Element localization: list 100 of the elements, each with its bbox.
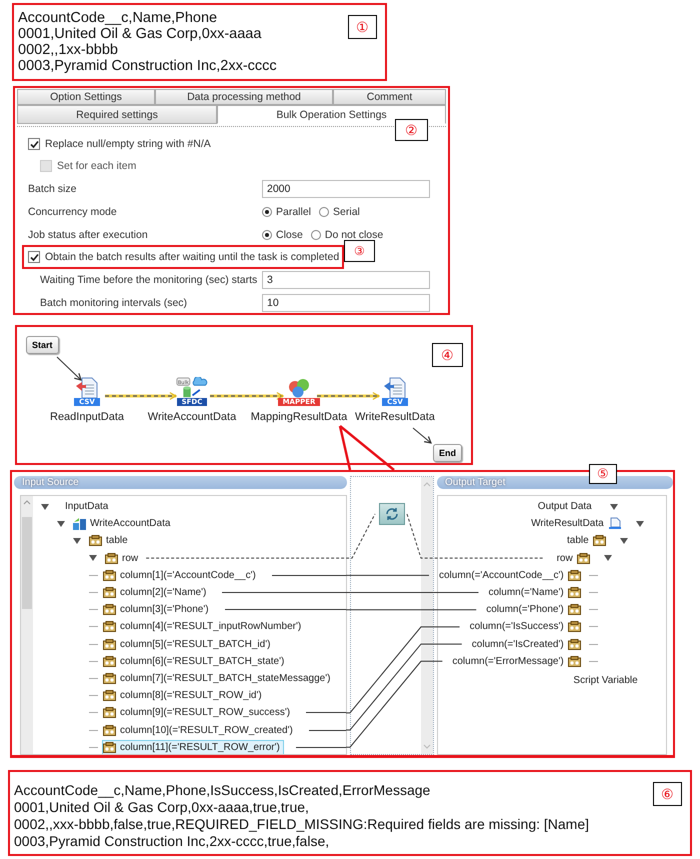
- expand-caret-icon[interactable]: [620, 538, 628, 544]
- tree-item[interactable]: column[4](='RESULT_inputRowNumber'): [102, 619, 306, 634]
- checkbox[interactable]: [28, 251, 40, 263]
- csv-line: AccountCode__c,Name,Phone,IsSuccess,IsCreated,ErrorMessage: [14, 782, 432, 799]
- radio-label: Serial: [333, 206, 360, 218]
- expand-caret-icon[interactable]: [89, 555, 97, 562]
- input-field[interactable]: 10: [262, 294, 430, 312]
- expand-caret-icon[interactable]: [73, 538, 81, 544]
- tree-label[interactable]: table: [106, 535, 128, 546]
- tree-item[interactable]: column(='AccountCode__c'): [438, 568, 585, 583]
- csv-line: AccountCode__c,Name,Phone: [18, 10, 218, 26]
- callout-number: ④: [432, 343, 463, 367]
- tree-item[interactable]: column(='IsCreated'): [470, 636, 585, 652]
- tree-item[interactable]: column(='IsSuccess'): [468, 619, 585, 634]
- flow-arrow: [412, 428, 432, 444]
- tree-item[interactable]: column(='Phone'): [485, 602, 585, 618]
- field-label: Waiting Time before the monitoring (sec) starts: [39, 274, 258, 286]
- expand-caret-icon[interactable]: [57, 520, 65, 527]
- radio-label: Close: [276, 228, 303, 240]
- checkbox-label: Replace null/empty string with #N/A: [45, 138, 211, 150]
- tree-item[interactable]: column[2](='Name'): [102, 585, 210, 600]
- tree-item[interactable]: column(='Name'): [487, 585, 585, 600]
- node-label[interactable]: WriteAccountData: [148, 411, 236, 423]
- checkbox-label: Set for each item: [57, 160, 136, 172]
- tree-label[interactable]: Output Data: [538, 501, 592, 512]
- expand-caret-icon[interactable]: [604, 555, 612, 562]
- radio-button[interactable]: [262, 230, 272, 240]
- tab[interactable]: Required settings: [17, 105, 217, 124]
- field-label: Batch monitoring intervals (sec): [39, 296, 188, 308]
- csv-line: 0002,,1xx-bbbb: [18, 42, 119, 58]
- table-icon: [103, 707, 116, 718]
- table-icon: [568, 638, 581, 650]
- field-label: Batch size: [28, 182, 78, 194]
- input-field[interactable]: 3: [262, 270, 430, 288]
- tree-label[interactable]: table: [567, 535, 589, 546]
- csv-line: 0003,Pyramid Construction Inc,2xx-cccc: [18, 58, 277, 74]
- end-button[interactable]: End: [433, 444, 462, 462]
- tree-label[interactable]: row: [122, 552, 138, 564]
- table-icon: [103, 656, 116, 667]
- radio-button[interactable]: [319, 206, 330, 216]
- tab[interactable]: Option Settings: [17, 89, 155, 105]
- callout-number: ⑤: [589, 464, 617, 484]
- field-label: Job status after execution: [28, 228, 149, 240]
- start-button[interactable]: Start: [26, 336, 59, 354]
- tree-item[interactable]: column[5](='RESULT_BATCH_id'): [102, 636, 274, 652]
- tree-item[interactable]: column[7](='RESULT_BATCH_stateMessagge'): [102, 670, 334, 686]
- table-icon: [103, 724, 116, 736]
- table-icon: [576, 552, 590, 564]
- circles-icon: [286, 377, 312, 399]
- callout-number: ③: [344, 240, 376, 262]
- tree-label[interactable]: WriteResultData: [531, 518, 604, 530]
- tab[interactable]: Bulk Operation Settings: [217, 105, 446, 124]
- table-icon: [103, 690, 116, 702]
- tree-item[interactable]: column[10](='RESULT_ROW_created'): [102, 722, 297, 738]
- mapper-icon[interactable]: [379, 503, 405, 525]
- table-icon: [568, 621, 581, 632]
- tree-label[interactable]: InputData: [65, 501, 108, 512]
- expand-caret-icon[interactable]: [610, 504, 618, 510]
- tree-item[interactable]: column[3](='Phone'): [102, 602, 213, 618]
- node-label[interactable]: WriteResultData: [355, 411, 435, 423]
- file-icon: [608, 517, 622, 530]
- node-label[interactable]: MappingResultData: [250, 411, 348, 423]
- expand-caret-icon[interactable]: [41, 504, 49, 510]
- field-label: Concurrency mode: [28, 206, 118, 218]
- table-icon: [89, 535, 102, 546]
- table-icon: [568, 587, 581, 598]
- table-icon: [105, 552, 118, 564]
- csv-file-icon: [382, 377, 408, 399]
- tree-item[interactable]: column[8](='RESULT_ROW_id'): [102, 688, 266, 704]
- expand-caret-icon[interactable]: [636, 520, 644, 527]
- callout-number: ⑥: [653, 782, 682, 806]
- tree-item[interactable]: column[6](='RESULT_BATCH_state'): [102, 654, 288, 669]
- table-icon: [103, 570, 116, 581]
- radio-button[interactable]: [310, 230, 321, 240]
- tree-item[interactable]: column[1](='AccountCode__c'): [102, 568, 260, 583]
- tree-label[interactable]: Script Variable: [573, 674, 638, 686]
- radio-label: Do not close: [324, 228, 384, 240]
- tab[interactable]: Comment: [333, 89, 446, 105]
- checkbox[interactable]: [28, 138, 40, 150]
- tree-item[interactable]: column(='ErrorMessage'): [451, 654, 585, 669]
- radio-button[interactable]: [262, 206, 272, 216]
- tree-label[interactable]: row: [556, 552, 573, 564]
- callout-number: ①: [348, 15, 377, 39]
- panel-header: Input Source: [14, 476, 347, 489]
- table-icon: [568, 604, 581, 616]
- component-icon: [73, 518, 86, 530]
- input-field[interactable]: 2000: [262, 180, 430, 198]
- scrollbar[interactable]: [21, 496, 33, 754]
- node-label[interactable]: ReadInputData: [50, 411, 124, 423]
- checkbox-label: Obtain the batch results after waiting until the task is completed: [45, 251, 340, 263]
- tree-item[interactable]: column[11](='RESULT_ROW_error'): [102, 740, 284, 754]
- tree-label[interactable]: WriteAccountData: [90, 518, 170, 530]
- csv-line: 0002,,xxx-bbbb,false,true,REQUIRED_FIELD_MISSING:Required fields are missing: [Name]: [14, 816, 590, 833]
- tab[interactable]: Data processing method: [155, 89, 333, 105]
- table-icon: [568, 570, 581, 581]
- radio-label: Parallel: [276, 206, 312, 218]
- csv-line: 0001,United Oil & Gas Corp,0xx-aaaa,true,true,: [14, 799, 310, 816]
- table-icon: [103, 604, 116, 616]
- tree-item[interactable]: column[9](='RESULT_ROW_success'): [102, 705, 294, 720]
- table-icon: [103, 672, 116, 684]
